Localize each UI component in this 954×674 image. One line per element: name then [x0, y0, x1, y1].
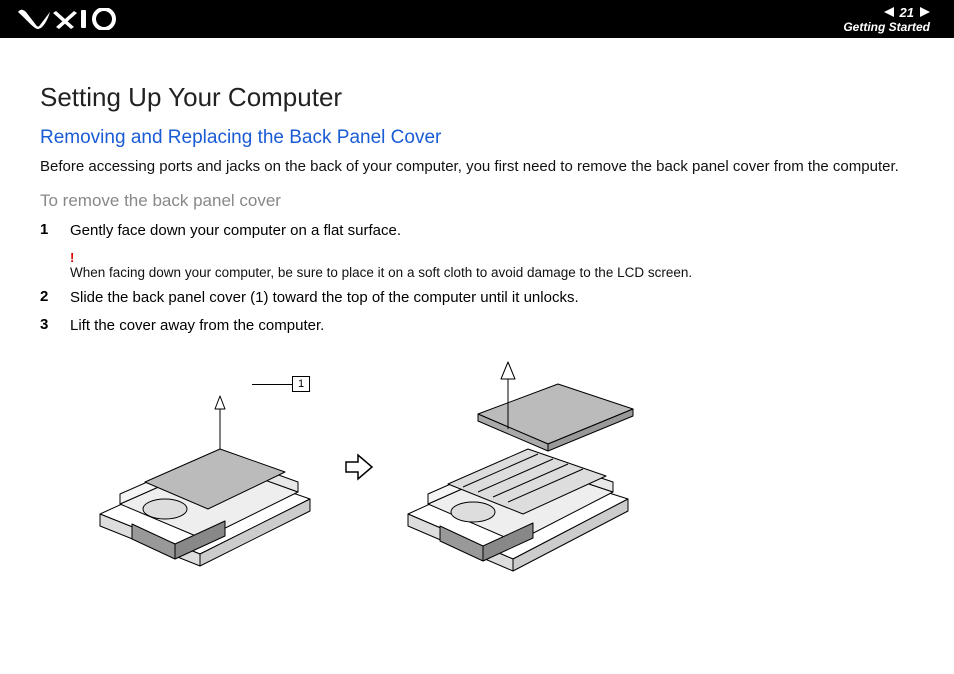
- callout-label: 1: [292, 376, 310, 392]
- prev-page-arrow-icon[interactable]: [884, 7, 894, 17]
- step-text: Lift the cover away from the computer.: [70, 316, 324, 336]
- step-number: 1: [40, 221, 52, 238]
- header-bar: 21 Getting Started: [0, 0, 954, 38]
- procedure-heading: To remove the back panel cover: [40, 191, 914, 211]
- figure-area: 1: [40, 354, 914, 579]
- figure-before: 1: [80, 354, 330, 579]
- step-text: Slide the back panel cover (1) toward th…: [70, 288, 579, 308]
- caution-text: When facing down your computer, be sure …: [70, 265, 914, 280]
- page-title: Setting Up Your Computer: [40, 82, 914, 113]
- step-text: Gently face down your computer on a flat…: [70, 221, 401, 241]
- step-number: 2: [40, 288, 52, 305]
- step-number: 3: [40, 316, 52, 333]
- callout-line: [252, 384, 292, 385]
- caution-icon: !: [70, 250, 914, 265]
- section-name: Getting Started: [843, 20, 930, 34]
- step-item: 3 Lift the cover away from the computer.: [40, 316, 914, 336]
- next-page-arrow-icon[interactable]: [920, 7, 930, 17]
- page-nav: 21: [884, 5, 930, 20]
- page-content: Setting Up Your Computer Removing and Re…: [0, 38, 954, 589]
- figure-after: [388, 354, 658, 579]
- page-subtitle: Removing and Replacing the Back Panel Co…: [40, 127, 914, 149]
- vaio-logo: [18, 8, 118, 30]
- step-item: 2 Slide the back panel cover (1) toward …: [40, 288, 914, 308]
- transition-arrow-icon: [344, 453, 374, 481]
- intro-paragraph: Before accessing ports and jacks on the …: [40, 157, 914, 177]
- header-right: 21 Getting Started: [843, 5, 930, 34]
- caution-note: ! When facing down your computer, be sur…: [70, 250, 914, 280]
- step-item: 1 Gently face down your computer on a fl…: [40, 221, 914, 241]
- steps-list: 1 Gently face down your computer on a fl…: [40, 221, 914, 336]
- page-number: 21: [900, 5, 914, 20]
